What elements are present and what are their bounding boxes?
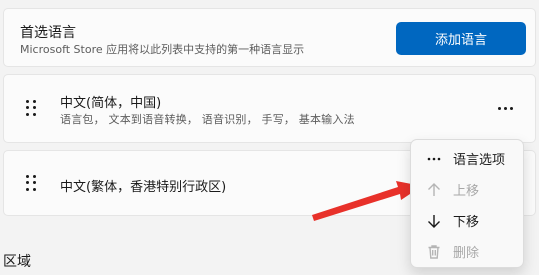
trash-icon — [419, 244, 449, 260]
drag-handle-icon[interactable] — [26, 175, 38, 191]
menu-item-language-options[interactable]: 语言选项 — [415, 143, 519, 174]
arrow-up-icon — [419, 182, 449, 198]
more-icon — [419, 156, 449, 162]
menu-item-label: 下移 — [453, 215, 480, 230]
menu-item-delete[interactable]: 删除 — [415, 236, 519, 267]
preferred-languages-description: Microsoft Store 应用将以此列表中支持的第一种语言显示 — [20, 43, 305, 56]
language-item[interactable]: 中文(简体，中国) 语言包， 文本到语音转换， 语音识别， 手写， 基本输入法 — [3, 74, 536, 143]
menu-item-move-up[interactable]: 上移 — [415, 174, 519, 205]
menu-item-label: 上移 — [453, 184, 480, 199]
preferred-languages-card: 首选语言 Microsoft Store 应用将以此列表中支持的第一种语言显示 … — [3, 8, 536, 67]
region-section-title: 区域 — [3, 254, 31, 270]
language-features: 语言包， 文本到语音转换， 语音识别， 手写， 基本输入法 — [60, 113, 355, 126]
arrow-down-icon — [419, 213, 449, 229]
more-options-button[interactable] — [494, 101, 516, 115]
menu-item-move-down[interactable]: 下移 — [415, 205, 519, 236]
drag-handle-icon[interactable] — [26, 100, 38, 116]
language-context-menu: 语言选项 上移 下移 删除 — [410, 139, 524, 268]
language-name: 中文(繁体，香港特别行政区) — [60, 180, 227, 195]
menu-item-label: 删除 — [453, 246, 480, 261]
add-language-button[interactable]: 添加语言 — [396, 22, 526, 55]
menu-item-label: 语言选项 — [453, 153, 506, 168]
more-icon — [497, 106, 501, 110]
preferred-languages-title: 首选语言 — [20, 25, 76, 41]
language-name: 中文(简体，中国) — [60, 96, 162, 111]
